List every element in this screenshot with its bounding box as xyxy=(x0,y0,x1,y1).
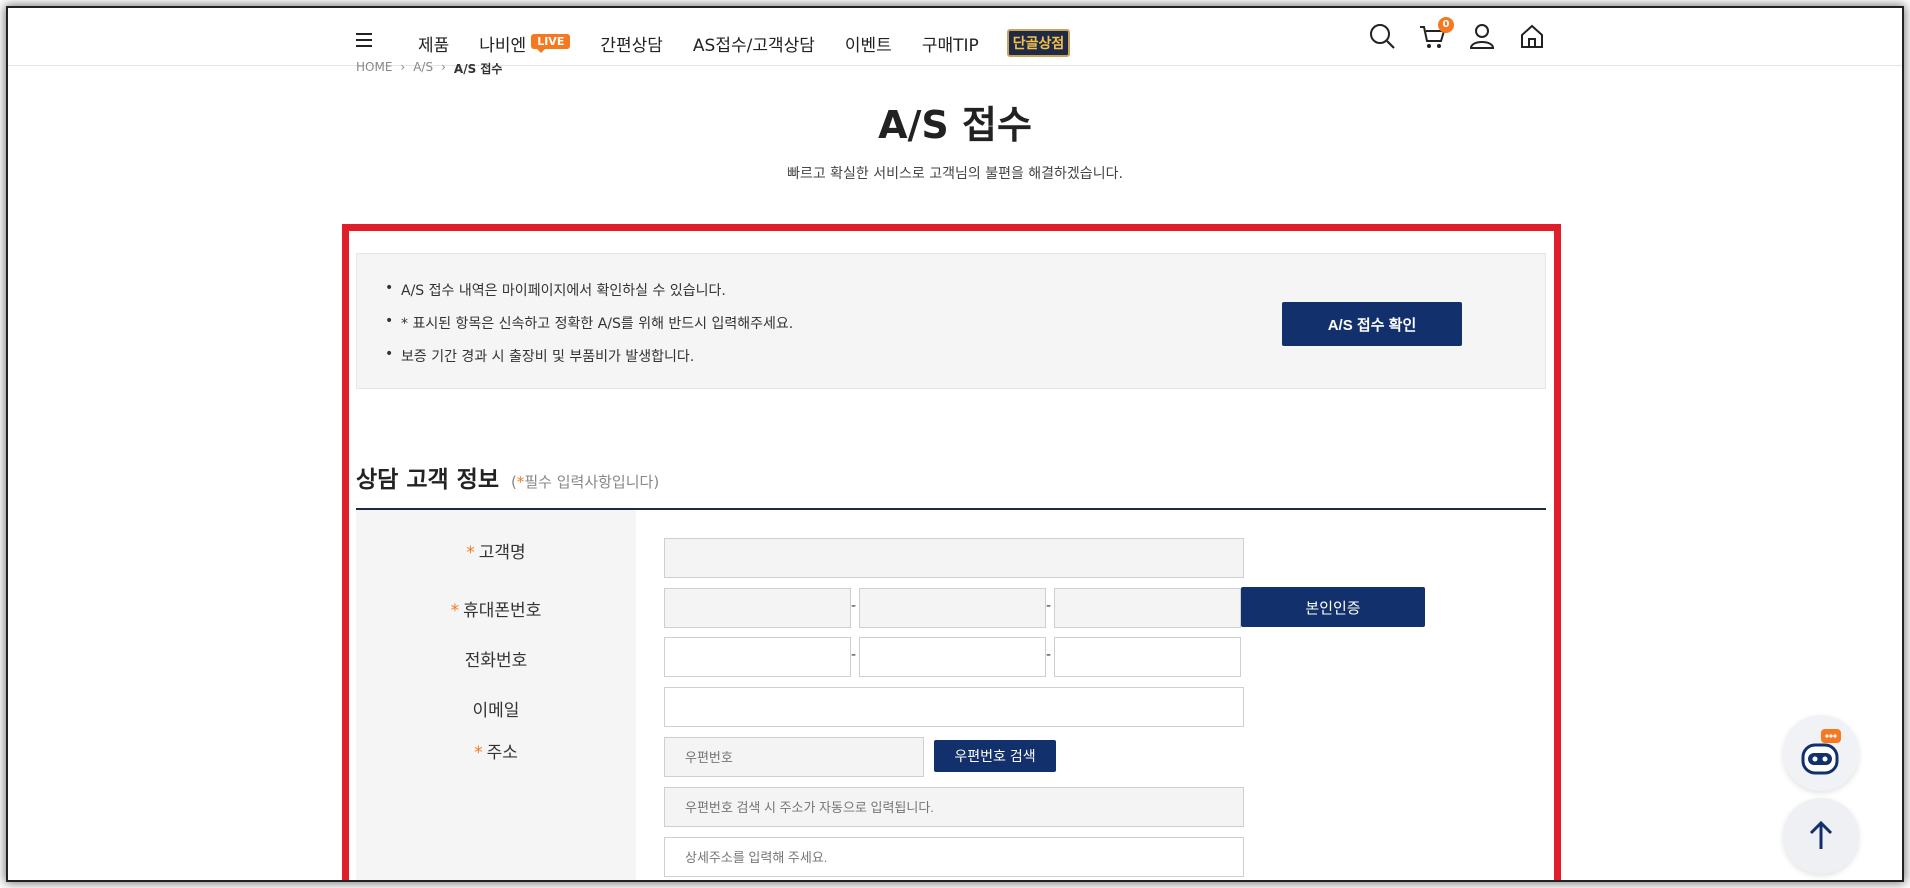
nav-item-quick-consult[interactable]: 간편상담 xyxy=(600,31,663,56)
highlight-box xyxy=(342,224,1561,880)
nav-label: 구매TIP xyxy=(921,35,979,56)
regular-store-badge: 단골상점 xyxy=(1006,29,1071,57)
chevron-right-icon: › xyxy=(400,60,406,74)
page-subtitle: 빠르고 확실한 서비스로 고객님의 불편을 해결하겠습니다. xyxy=(787,166,1123,182)
chatbot-icon xyxy=(1801,729,1841,775)
breadcrumb-as[interactable]: A/S xyxy=(413,60,433,77)
nav-item-products[interactable]: 제품 xyxy=(418,31,449,56)
utility-icons: 0 xyxy=(1368,17,1568,50)
live-badge: LIVE xyxy=(531,33,571,53)
nav-label: 간편상담 xyxy=(600,35,663,56)
nav-label: 나비엔 xyxy=(479,35,527,56)
arrow-up-icon xyxy=(1809,820,1833,849)
chatbot-button[interactable] xyxy=(1783,715,1859,791)
breadcrumb-home[interactable]: HOME xyxy=(356,60,392,77)
chevron-right-icon: › xyxy=(441,60,446,74)
home-icon[interactable] xyxy=(1518,22,1546,50)
user-icon[interactable] xyxy=(1468,22,1496,50)
search-icon[interactable] xyxy=(1368,22,1396,50)
nav-item-as-support[interactable]: AS접수/고객상담 xyxy=(693,31,815,56)
menu-icon[interactable] xyxy=(356,33,372,47)
breadcrumb-current: A/S 접수 xyxy=(453,62,503,76)
main-nav: 제품 나비엔 LIVE 간편상담 AS접수/고객상담 이벤트 구매TIP 단골상점 xyxy=(418,29,1100,57)
nav-label: AS접수/고객상담 xyxy=(692,35,815,56)
nav-label: 제품 xyxy=(418,35,450,56)
nav-item-navien-live[interactable]: 나비엔 LIVE xyxy=(479,31,571,56)
page-title: A/S 접수 xyxy=(878,103,1032,147)
nav-item-regular-store[interactable]: 단골상점 xyxy=(1006,29,1071,57)
nav-item-purchase-tip[interactable]: 구매TIP xyxy=(922,31,979,56)
cart-icon[interactable]: 0 xyxy=(1418,17,1454,50)
nav-item-events[interactable]: 이벤트 xyxy=(845,31,892,56)
breadcrumb: HOME › A/S › A/S 접수 xyxy=(356,60,502,77)
browser-frame: 제품 나비엔 LIVE 간편상담 AS접수/고객상담 이벤트 구매TIP 단골상점… xyxy=(8,8,1902,880)
scroll-to-top-button[interactable] xyxy=(1783,798,1859,874)
cart-count-badge: 0 xyxy=(1438,17,1454,33)
site-header: 제품 나비엔 LIVE 간편상담 AS접수/고객상담 이벤트 구매TIP 단골상점… xyxy=(8,8,1902,66)
nav-label: 이벤트 xyxy=(844,35,892,56)
